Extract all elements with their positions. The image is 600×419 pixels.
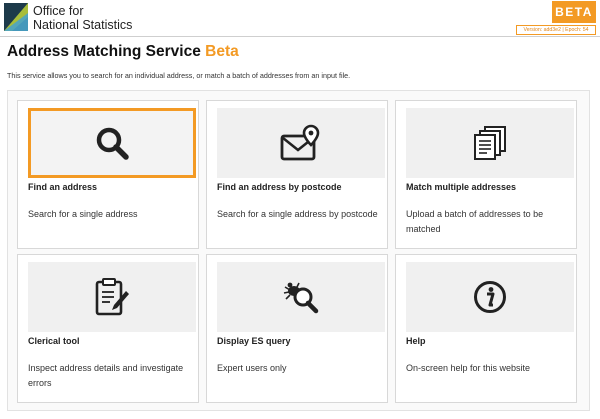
org-name-line2: National Statistics (33, 18, 133, 32)
card-title[interactable]: Match multiple addresses (406, 182, 516, 192)
card-find-by-postcode[interactable]: Find an address by postcode Search for a… (206, 100, 388, 249)
page-title-accent: Beta (205, 43, 239, 60)
version-label: Version: add3e2 | Epoch: 54 (516, 25, 596, 35)
card-description: Inspect address details and investigate … (28, 363, 184, 388)
card-match-multiple[interactable]: Match multiple addresses Upload a batch … (395, 100, 577, 249)
card-display-es-query[interactable]: Display ES query Expert users only (206, 254, 388, 403)
page-title: Address Matching Service Beta (7, 43, 239, 61)
card-image[interactable] (406, 262, 574, 332)
site-header: Office for National Statistics BETA Vers… (0, 0, 600, 37)
page-title-text: Address Matching Service (7, 43, 201, 60)
search-icon (96, 127, 129, 160)
card-help[interactable]: Help On-screen help for this website (395, 254, 577, 403)
card-image[interactable] (217, 262, 385, 332)
card-clerical-tool[interactable]: Clerical tool Inspect address details an… (17, 254, 199, 403)
beta-badge: BETA (552, 1, 596, 23)
service-grid: Find an address Search for a single addr… (7, 90, 590, 411)
card-image[interactable] (28, 262, 196, 332)
org-name[interactable]: Office for National Statistics (33, 4, 132, 32)
documents-icon (474, 126, 506, 160)
card-title[interactable]: Display ES query (217, 336, 291, 346)
card-description: Search for a single address by postcode (217, 209, 378, 219)
clipboard-edit-icon (95, 278, 129, 316)
card-description: On-screen help for this website (406, 363, 531, 373)
card-image[interactable] (406, 108, 574, 178)
card-description: Expert users only (217, 363, 287, 373)
card-image[interactable] (28, 108, 196, 178)
ons-logo-icon[interactable] (4, 3, 28, 31)
card-title[interactable]: Help (406, 336, 426, 346)
card-description: Upload a batch of addresses to be matche… (406, 209, 544, 234)
card-title[interactable]: Find an address (28, 182, 97, 192)
card-title[interactable]: Clerical tool (28, 336, 80, 346)
bug-search-icon (283, 282, 319, 314)
card-image[interactable] (217, 108, 385, 178)
card-description: Search for a single address (28, 209, 138, 219)
card-title[interactable]: Find an address by postcode (217, 182, 342, 192)
intro-text: This service allows you to search for an… (7, 71, 351, 80)
info-icon (474, 281, 506, 313)
envelope-location-icon (280, 124, 320, 161)
card-find-address[interactable]: Find an address Search for a single addr… (17, 100, 199, 249)
org-name-line1: Office for (33, 4, 84, 18)
